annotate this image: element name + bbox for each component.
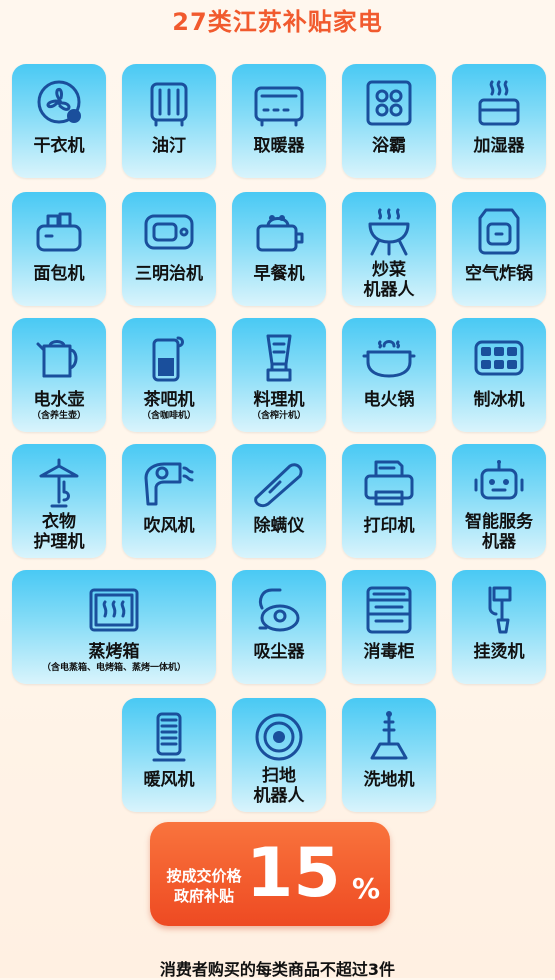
footer-note: 消费者购买的每类商品不超过3件 <box>159 960 396 979</box>
appliance-label: 加湿器 <box>473 136 525 156</box>
appliance-label-line2: 机器人 <box>363 280 415 300</box>
appliance-label: 洗地机 <box>363 770 415 790</box>
appliance-label: 吹风机 <box>143 516 195 536</box>
appliance-label: 料理机 <box>253 390 305 410</box>
fan-heater-icon <box>138 708 200 766</box>
appliance-tile-printer: 打印机 <box>342 444 436 558</box>
cooking-robot-icon <box>358 202 420 260</box>
appliance-label: 衣物 <box>42 512 76 532</box>
appliance-label: 干衣机 <box>33 136 85 156</box>
breakfast-maker-icon <box>248 202 310 260</box>
toaster-icon <box>28 202 90 260</box>
subsidy-line2: 政府补贴 <box>173 887 234 905</box>
bath-heater-icon <box>358 74 420 132</box>
appliance-tile-air-fryer: 空气炸锅 <box>452 192 546 306</box>
appliance-label: 取暖器 <box>253 136 305 156</box>
appliance-tile-fan-heater: 暖风机 <box>122 698 216 812</box>
hot-pot-icon <box>358 328 420 386</box>
ice-maker-icon <box>468 328 530 386</box>
garment-steamer-icon <box>28 454 90 512</box>
appliance-label: 面包机 <box>33 264 85 284</box>
appliance-label: 电水壶 <box>33 390 85 410</box>
appliance-label-line2: 机器 <box>482 532 516 552</box>
appliance-sublabel: （含电蒸箱、电烤箱、蒸烤一体机） <box>41 663 186 673</box>
appliance-label: 除螨仪 <box>253 516 305 536</box>
appliance-tile-humidifier: 加湿器 <box>452 64 546 178</box>
appliance-tile-garment-steamer: 衣物 护理机 <box>12 444 106 558</box>
appliance-tile-bath-heater: 浴霸 <box>342 64 436 178</box>
appliance-tile-oil-heater: 油汀 <box>122 64 216 178</box>
appliance-tile-sterilizer-cabinet: 消毒柜 <box>342 570 436 684</box>
subsidy-badge: 按成交价格 政府补贴 15 % <box>150 822 390 926</box>
appliance-label: 电火锅 <box>363 390 415 410</box>
appliance-label: 三明治机 <box>135 264 203 284</box>
appliance-label: 蒸烤箱 <box>88 642 140 662</box>
appliance-tile-floor-washer: 洗地机 <box>342 698 436 812</box>
percent-symbol: % <box>352 872 381 905</box>
appliance-tile-breakfast-maker: 早餐机 <box>232 192 326 306</box>
printer-icon <box>358 454 420 512</box>
steam-oven-icon <box>83 580 145 638</box>
appliance-tile-vacuum: 吸尘器 <box>232 570 326 684</box>
floor-washer-icon <box>358 708 420 766</box>
subsidy-percent: 15 <box>246 834 341 913</box>
humidifier-icon <box>468 74 530 132</box>
appliance-label: 挂烫机 <box>473 642 525 662</box>
subsidy-text: 按成交价格 政府补贴 <box>164 866 244 906</box>
appliance-tile-kettle: 电水壶 （含养生壶） <box>12 318 106 432</box>
appliance-label: 空气炸锅 <box>465 264 533 284</box>
subsidy-line1: 按成交价格 <box>166 867 242 885</box>
appliance-sublabel: （含养生壶） <box>31 411 86 421</box>
appliance-sublabel: （含榨汁机） <box>251 411 306 421</box>
air-fryer-icon <box>468 202 530 260</box>
blender-icon <box>248 328 310 386</box>
appliance-label: 炒菜 <box>372 260 406 280</box>
appliance-label: 制冰机 <box>473 390 525 410</box>
sandwich-maker-icon <box>138 202 200 260</box>
appliance-tile-steam-oven: 蒸烤箱 （含电蒸箱、电烤箱、蒸烤一体机） <box>12 570 216 684</box>
appliance-tile-heater: 取暖器 <box>232 64 326 178</box>
appliance-label: 暖风机 <box>143 770 195 790</box>
hair-dryer-icon <box>138 454 200 512</box>
sterilizer-cabinet-icon <box>358 580 420 638</box>
appliance-label: 吸尘器 <box>253 642 305 662</box>
appliance-label: 油汀 <box>152 136 186 156</box>
fan-dryer-icon <box>28 74 90 132</box>
appliance-label: 智能服务 <box>465 512 533 532</box>
mite-remover-icon <box>248 454 310 512</box>
appliance-tile-sandwich-maker: 三明治机 <box>122 192 216 306</box>
kettle-icon <box>28 328 90 386</box>
appliance-label-line2: 护理机 <box>33 532 85 552</box>
steam-iron-icon <box>468 580 530 638</box>
appliance-label-line2: 机器人 <box>253 786 305 806</box>
appliance-label: 消毒柜 <box>363 642 415 662</box>
robot-vacuum-icon <box>248 708 310 766</box>
appliance-tile-robot: 智能服务 机器 <box>452 444 546 558</box>
appliance-tile-robot-vacuum: 扫地 机器人 <box>232 698 326 812</box>
appliance-label: 打印机 <box>363 516 415 536</box>
appliance-tile-mite-remover: 除螨仪 <box>232 444 326 558</box>
appliance-tile-fan-dryer: 干衣机 <box>12 64 106 178</box>
appliance-tile-hot-pot: 电火锅 <box>342 318 436 432</box>
appliance-sublabel: （含咖啡机） <box>141 411 196 421</box>
appliance-tile-toaster: 面包机 <box>12 192 106 306</box>
robot-icon <box>468 454 530 512</box>
appliance-tile-steam-iron: 挂烫机 <box>452 570 546 684</box>
appliance-label: 早餐机 <box>253 264 305 284</box>
vacuum-icon <box>248 580 310 638</box>
appliance-label: 茶吧机 <box>143 390 195 410</box>
heater-icon <box>248 74 310 132</box>
appliance-tile-blender: 料理机 （含榨汁机） <box>232 318 326 432</box>
appliance-label: 扫地 <box>262 766 296 786</box>
appliance-tile-hair-dryer: 吹风机 <box>122 444 216 558</box>
appliance-label: 浴霸 <box>372 136 406 156</box>
page-title: 27类江苏补贴家电 <box>172 8 383 36</box>
appliance-tile-cooking-robot: 炒菜 机器人 <box>342 192 436 306</box>
tea-bar-icon <box>138 328 200 386</box>
appliance-tile-tea-bar: 茶吧机 （含咖啡机） <box>122 318 216 432</box>
appliance-tile-ice-maker: 制冰机 <box>452 318 546 432</box>
oil-heater-icon <box>138 74 200 132</box>
